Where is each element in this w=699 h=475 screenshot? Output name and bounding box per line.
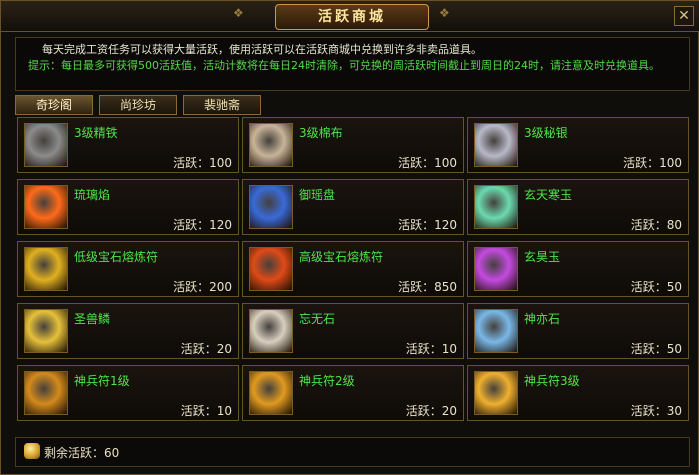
jade-plate-icon: [249, 185, 293, 229]
item-price: 活跃：100: [173, 156, 232, 170]
shop-item-card[interactable]: 3级秘银活跃：100: [467, 117, 689, 173]
item-name: 3级精铁: [74, 126, 118, 140]
item-name: 圣兽鳞: [74, 312, 111, 326]
rainbow-crystal-icon: [474, 309, 518, 353]
item-name: 神亦石: [524, 312, 561, 326]
shop-item-card[interactable]: 神兵符2级活跃：20: [242, 365, 464, 421]
item-name: 低级宝石熔炼符: [74, 250, 159, 264]
item-name: 神兵符3级: [524, 374, 580, 388]
skull-stone-icon: [249, 309, 293, 353]
shop-item-card[interactable]: 高级宝石熔炼符活跃：850: [242, 241, 464, 297]
tab-shangzhenfang[interactable]: 尚珍坊: [99, 95, 177, 115]
item-price: 活跃：50: [630, 342, 682, 356]
item-price: 活跃：100: [623, 156, 682, 170]
item-name: 3级秘银: [524, 126, 568, 140]
shop-item-card[interactable]: 3级精铁活跃：100: [17, 117, 239, 173]
item-price: 活跃：850: [398, 280, 457, 294]
item-name: 3级棉布: [299, 126, 343, 140]
cloth-icon: [249, 123, 293, 167]
item-name: 玄昊玉: [524, 250, 561, 264]
shop-item-card[interactable]: 圣兽鳞活跃：20: [17, 303, 239, 359]
shop-item-card[interactable]: 神亦石活跃：50: [467, 303, 689, 359]
shop-item-card[interactable]: 低级宝石熔炼符活跃：200: [17, 241, 239, 297]
remaining-activity: 剩余活跃：60: [44, 446, 120, 460]
gold-talisman-icon: [24, 247, 68, 291]
notice-intro: 每天完成工资任务可以获得大量活跃，使用活跃可以在活跃商城中兑换到许多非卖品道具。: [42, 43, 482, 56]
shop-item-card[interactable]: 3级棉布活跃：100: [242, 117, 464, 173]
dragon-ornament-icon: ❖: [233, 6, 244, 20]
shop-item-card[interactable]: 忘无石活跃：10: [242, 303, 464, 359]
jade-disk-icon: [474, 185, 518, 229]
footer-bar: 剩余活跃：60: [15, 437, 690, 467]
dragon-talisman-icon: [24, 371, 68, 415]
notice-tip: 提示：每日最多可获得500活跃值，活动计数将在每日24时清除，可兑换的周活跃时间…: [28, 59, 660, 72]
item-name: 御瑶盘: [299, 188, 336, 202]
tab-peichizhai[interactable]: 裴驰斋: [183, 95, 261, 115]
close-button[interactable]: ✕: [674, 6, 694, 26]
shop-item-card[interactable]: 琉璃焰活跃：120: [17, 179, 239, 235]
item-name: 高级宝石熔炼符: [299, 250, 384, 264]
item-price: 活跃：100: [398, 156, 457, 170]
item-grid: 3级精铁 活跃：100 3级棉布 活跃：100 3级秘银 活跃：100 琉璃焰 活跃：120 御…: [13, 117, 693, 429]
item-price: 活跃：30: [630, 404, 682, 418]
title-bar[interactable]: ❖ 活跃商城 ❖ ✕: [1, 1, 699, 32]
item-name: 神兵符1级: [74, 374, 130, 388]
dragon-ornament-icon: ❖: [439, 6, 450, 20]
window-title: 活跃商城: [275, 4, 429, 30]
dragon-talisman-icon: [249, 371, 293, 415]
notice-panel: 每天完成工资任务可以获得大量活跃，使用活跃可以在活跃商城中兑换到许多非卖品道具。…: [15, 37, 690, 91]
item-name: 玄天寒玉: [524, 188, 573, 202]
item-price: 活跃：20: [180, 342, 232, 356]
tab-qizhenge[interactable]: 奇珍阁: [15, 95, 93, 115]
mithril-icon: [474, 123, 518, 167]
gold-ingot-icon: [24, 443, 40, 459]
item-price: 活跃：120: [173, 218, 232, 232]
item-price: 活跃：120: [398, 218, 457, 232]
fire-talisman-icon: [249, 247, 293, 291]
shop-item-card[interactable]: 玄天寒玉活跃：80: [467, 179, 689, 235]
shop-item-card[interactable]: 神兵符1级活跃：10: [17, 365, 239, 421]
shop-item-card[interactable]: 神兵符3级活跃：30: [467, 365, 689, 421]
item-name: 琉璃焰: [74, 188, 111, 202]
item-price: 活跃：50: [630, 280, 682, 294]
item-price: 活跃：80: [630, 218, 682, 232]
shop-window: ❖ 活跃商城 ❖ ✕ 每天完成工资任务可以获得大量活跃，使用活跃可以在活跃商城中…: [0, 0, 699, 475]
iron-ore-icon: [24, 123, 68, 167]
shop-item-card[interactable]: 御瑶盘活跃：120: [242, 179, 464, 235]
item-name: 忘无石: [299, 312, 336, 326]
gold-scale-icon: [24, 309, 68, 353]
flame-icon: [24, 185, 68, 229]
item-price: 活跃：20: [405, 404, 457, 418]
item-price: 活跃：200: [173, 280, 232, 294]
item-name: 神兵符2级: [299, 374, 355, 388]
shop-item-card[interactable]: 玄昊玉活跃：50: [467, 241, 689, 297]
item-price: 活跃：10: [405, 342, 457, 356]
purple-orb-icon: [474, 247, 518, 291]
item-price: 活跃：10: [180, 404, 232, 418]
dragon-talisman-icon: [474, 371, 518, 415]
